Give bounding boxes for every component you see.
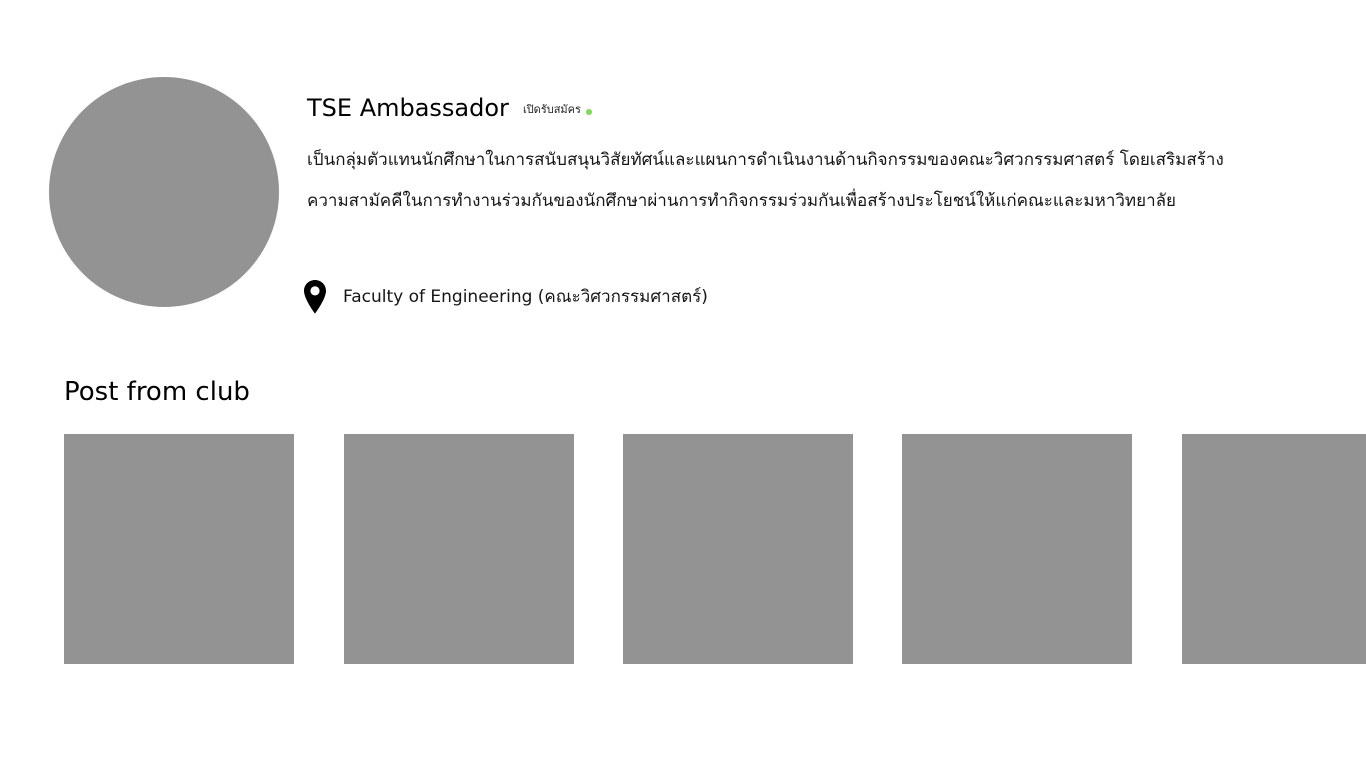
club-description: เป็นกลุ่มตัวแทนนักศึกษาในการสนับสนุนวิสั… [307,150,1224,211]
status-dot-icon [585,108,592,115]
club-info: TSE Ambassador เปิดรับสมัคร เป็นกลุ่มตัว… [307,88,1307,222]
location-text: Faculty of Engineering (คณะวิศวกรรมศาสตร… [343,287,708,307]
post-card[interactable] [902,434,1132,664]
club-avatar [49,77,279,307]
club-location: Faculty of Engineering (คณะวิศวกรรมศาสตร… [303,279,708,315]
posts-section-title: Post from club [64,377,250,407]
club-profile-page: TSE Ambassador เปิดรับสมัคร เป็นกลุ่มตัว… [0,0,1366,768]
recruitment-status: เปิดรับสมัคร [523,102,592,118]
map-pin-icon [304,280,326,314]
club-title-row: TSE Ambassador เปิดรับสมัคร [307,88,1307,128]
post-grid [64,434,1366,664]
post-card[interactable] [623,434,853,664]
post-card[interactable] [344,434,574,664]
status-text: เปิดรับสมัคร [522,103,581,116]
club-title: TSE Ambassador [307,94,509,122]
post-card[interactable] [64,434,294,664]
post-card[interactable] [1182,434,1366,664]
